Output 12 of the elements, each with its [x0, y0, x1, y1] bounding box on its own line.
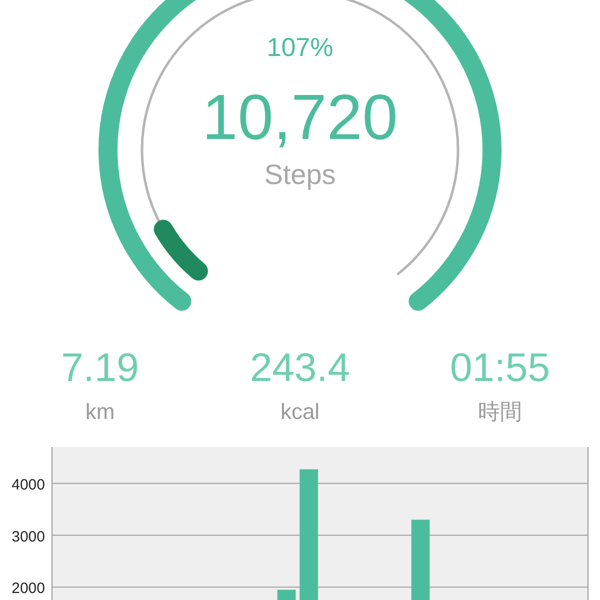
stat-value: 7.19 [61, 346, 139, 390]
y-tick-label: 4000 [12, 476, 45, 494]
stat-label: 時間 [478, 398, 522, 426]
step-count: 10,720 [202, 82, 398, 152]
stat-value: 243.4 [250, 346, 350, 390]
steps-label: Steps [264, 158, 336, 192]
stat-value: 01:55 [450, 346, 550, 390]
stat-label: kcal [280, 398, 320, 426]
y-tick-label: 3000 [12, 528, 45, 546]
goal-percentage: 107% [266, 31, 334, 64]
y-tick-label: 2000 [12, 580, 45, 598]
stat-label: km [85, 398, 115, 426]
